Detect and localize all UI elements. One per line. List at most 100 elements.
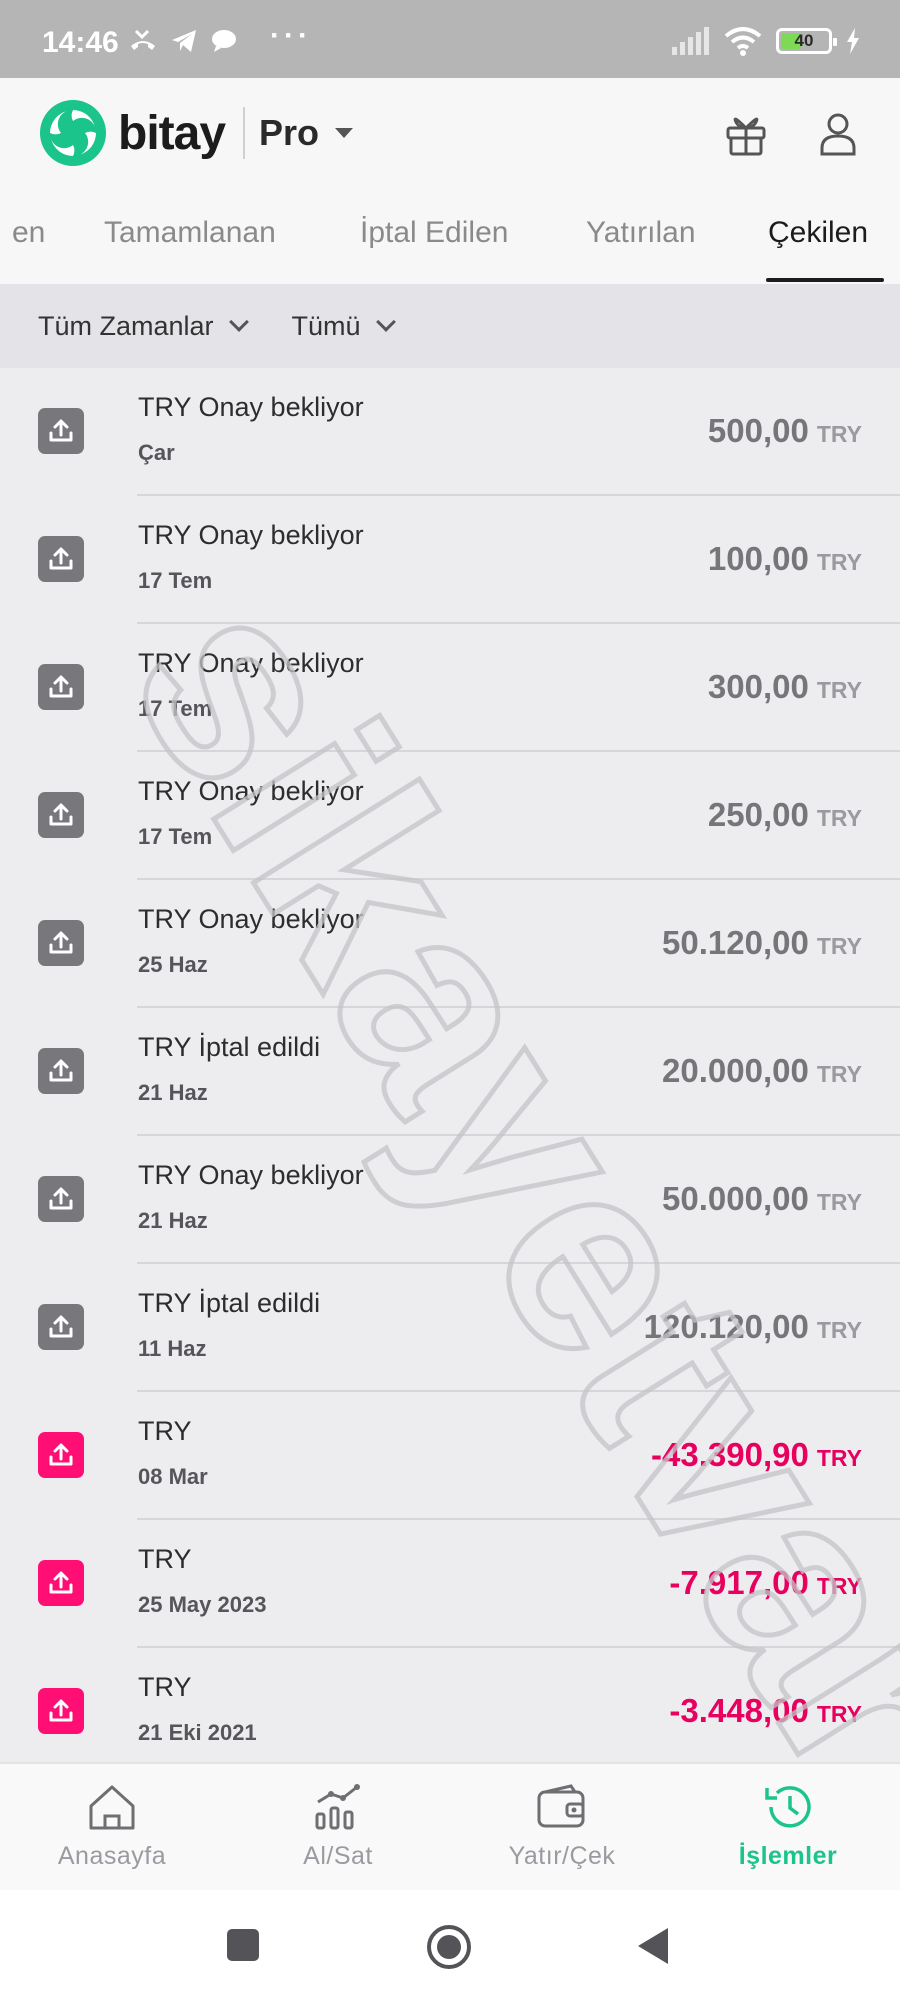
transaction-amount-value: 100,00	[707, 540, 809, 577]
transaction-title: TRY Onay bekliyor	[138, 648, 364, 678]
withdraw-upload-icon	[38, 1048, 84, 1094]
transaction-currency: TRY	[816, 1189, 862, 1215]
mode-selector[interactable]: Pro	[259, 112, 354, 154]
withdraw-upload-icon	[38, 1560, 84, 1606]
transaction-currency: TRY	[816, 1445, 862, 1471]
transaction-amount-value: 120.120,00	[643, 1308, 809, 1345]
transaction-amount: 250,00 TRY	[708, 796, 862, 834]
transaction-currency: TRY	[816, 421, 862, 447]
type-filter-label: Tümü	[291, 310, 361, 341]
transaction-tabs: en Tamamlanan İptal Edilen Yatırılan Çek…	[0, 208, 900, 284]
transaction-title: TRY Onay bekliyor	[138, 392, 364, 422]
status-time: 14:46	[42, 26, 119, 59]
transaction-amount: 100,00 TRY	[708, 540, 862, 578]
nav-deposit-withdraw[interactable]: Yatır/Çek	[462, 1782, 662, 1871]
nav-deposit-withdraw-label: Yatır/Çek	[508, 1842, 616, 1870]
logo-text: bitay	[118, 106, 226, 160]
bitay-logo: bitay Pro	[38, 98, 354, 168]
tab-withdrawals[interactable]: Çekilen	[768, 216, 868, 250]
tab-cancelled[interactable]: İptal Edilen	[360, 216, 508, 250]
back-button-icon[interactable]	[636, 1926, 670, 1966]
transaction-date: 17 Tem	[138, 696, 213, 721]
transaction-row[interactable]: TRY 21 Eki 2021 -3.448,00 TRY	[0, 1648, 900, 1762]
time-filter-dropdown[interactable]: Tüm Zamanlar	[38, 310, 249, 342]
transaction-title: TRY	[138, 1544, 192, 1574]
nav-home[interactable]: Anasayfa	[12, 1782, 212, 1871]
withdraw-upload-icon	[38, 664, 84, 710]
transaction-amount-value: -43.390,90	[651, 1436, 809, 1473]
transaction-date: 21 Eki 2021	[138, 1720, 257, 1745]
transaction-amount-value: -3.448,00	[669, 1692, 809, 1729]
withdraw-upload-icon	[38, 792, 84, 838]
transaction-title: TRY Onay bekliyor	[138, 776, 364, 806]
transaction-currency: TRY	[816, 1701, 862, 1727]
transaction-date: 17 Tem	[138, 568, 213, 593]
chat-bubble-icon	[212, 30, 236, 52]
type-filter-dropdown[interactable]: Tümü	[291, 310, 396, 342]
profile-icon[interactable]	[814, 110, 862, 158]
transaction-row[interactable]: TRY Onay bekliyor Çar 500,00 TRY	[0, 368, 900, 496]
transaction-row[interactable]: TRY Onay bekliyor 17 Tem 250,00 TRY	[0, 752, 900, 880]
withdraw-upload-icon	[38, 1432, 84, 1478]
signal-icon	[672, 27, 709, 55]
tab-deposits[interactable]: Yatırılan	[586, 216, 696, 250]
status-system-icons: 40	[672, 24, 860, 58]
transaction-date: 17 Tem	[138, 824, 213, 849]
transaction-title: TRY	[138, 1672, 192, 1702]
transaction-row[interactable]: TRY Onay bekliyor 17 Tem 100,00 TRY	[0, 496, 900, 624]
transaction-amount: 500,00 TRY	[708, 412, 862, 450]
recent-apps-icon[interactable]	[226, 1928, 260, 1962]
home-button-icon[interactable]	[426, 1924, 472, 1970]
transaction-amount-value: 50.120,00	[662, 924, 809, 961]
filter-bar: Tüm Zamanlar Tümü	[0, 284, 900, 368]
transaction-row[interactable]: TRY İptal edildi 21 Haz 20.000,00 TRY	[0, 1008, 900, 1136]
transaction-amount: 50.000,00 TRY	[662, 1180, 862, 1218]
transaction-title: TRY Onay bekliyor	[138, 904, 364, 934]
transaction-amount-value: 50.000,00	[662, 1180, 809, 1217]
transaction-row[interactable]: TRY 08 Mar -43.390,90 TRY	[0, 1392, 900, 1520]
nav-transactions[interactable]: İşlemler	[688, 1782, 888, 1871]
transaction-currency: TRY	[816, 1061, 862, 1087]
history-icon	[765, 1786, 811, 1828]
transaction-amount: -43.390,90 TRY	[651, 1436, 862, 1474]
transaction-date: 21 Haz	[138, 1080, 208, 1105]
transaction-amount-value: 300,00	[707, 668, 809, 705]
tab-completed[interactable]: Tamamlanan	[104, 216, 276, 250]
transaction-title: TRY Onay bekliyor	[138, 1160, 364, 1190]
transaction-row[interactable]: TRY İptal edildi 11 Haz 120.120,00 TRY	[0, 1264, 900, 1392]
nav-trade[interactable]: Al/Sat	[238, 1782, 438, 1871]
battery-icon: 40	[776, 28, 837, 54]
tab-partial[interactable]: en	[12, 216, 45, 250]
mode-label: Pro	[259, 112, 320, 153]
status-bar: 14:46 ··· 40	[0, 0, 900, 78]
transaction-currency: TRY	[816, 549, 862, 575]
withdraw-upload-icon	[38, 1688, 84, 1734]
gift-icon[interactable]	[722, 110, 770, 158]
transaction-amount-value: 500,00	[707, 412, 809, 449]
app-header: bitay Pro	[0, 78, 900, 208]
transaction-row[interactable]: TRY Onay bekliyor 25 Haz 50.120,00 TRY	[0, 880, 900, 1008]
status-notification-icons: ···	[128, 19, 312, 58]
withdraw-upload-icon	[38, 920, 84, 966]
transaction-date: 25 Haz	[138, 952, 208, 977]
chart-icon	[315, 1784, 360, 1830]
caret-down-icon	[335, 128, 354, 138]
nav-trade-label: Al/Sat	[303, 1842, 373, 1870]
transaction-amount: 20.000,00 TRY	[662, 1052, 862, 1090]
transaction-amount: -3.448,00 TRY	[669, 1692, 862, 1730]
transaction-date: 08 Mar	[138, 1464, 208, 1489]
wallet-icon	[537, 1784, 585, 1828]
system-navigation	[0, 1890, 900, 2000]
transaction-date: 11 Haz	[138, 1336, 207, 1361]
time-filter-label: Tüm Zamanlar	[38, 310, 214, 341]
transaction-row[interactable]: TRY Onay bekliyor 17 Tem 300,00 TRY	[0, 624, 900, 752]
transaction-currency: TRY	[816, 1317, 862, 1343]
transaction-row[interactable]: TRY Onay bekliyor 21 Haz 50.000,00 TRY	[0, 1136, 900, 1264]
nav-transactions-label: İşlemler	[738, 1842, 838, 1870]
charging-icon	[847, 28, 859, 54]
transaction-amount-value: 20.000,00	[662, 1052, 809, 1089]
logo-divider	[243, 107, 246, 159]
active-tab-indicator	[766, 278, 884, 282]
transaction-currency: TRY	[816, 933, 862, 959]
transaction-row[interactable]: TRY 25 May 2023 -7.917,00 TRY	[0, 1520, 900, 1648]
